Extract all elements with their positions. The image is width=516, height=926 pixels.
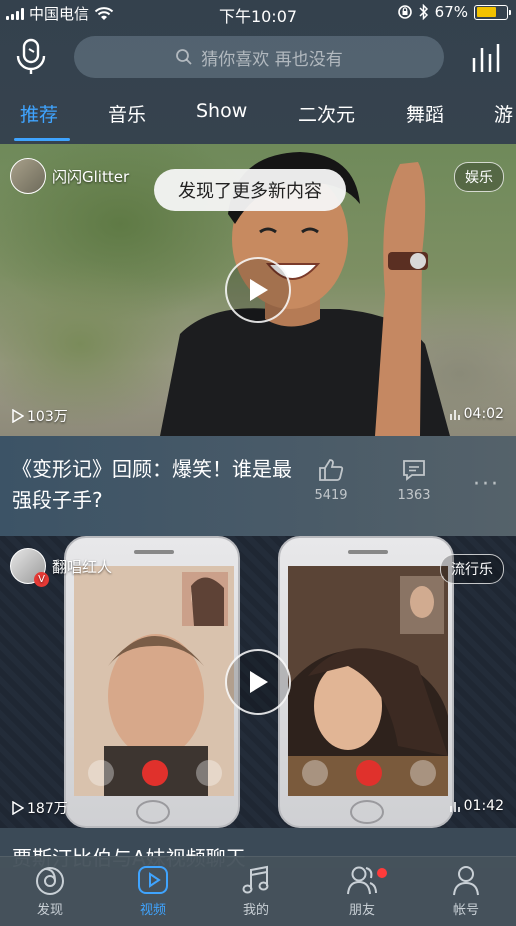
avatar: V	[10, 548, 49, 587]
nav-friends[interactable]: 朋友	[322, 863, 402, 918]
video-1-title[interactable]: 《变形记》回顾：爆笑！谁是最强段子手?	[12, 454, 302, 516]
battery-icon	[474, 4, 511, 20]
status-bar: 中国电信 下午10:07 67%	[0, 0, 516, 26]
play-count: 103万	[27, 409, 68, 425]
duration: 01:42	[463, 798, 504, 814]
equalizer-icon[interactable]	[470, 42, 502, 74]
nav-discover[interactable]: 发现	[10, 863, 90, 918]
video-2-category-tag[interactable]: 流行乐	[440, 554, 504, 584]
rotation-lock-icon	[397, 5, 412, 19]
nav-label: 朋友	[348, 903, 375, 918]
comment-icon	[403, 460, 425, 481]
nav-label: 发现	[36, 903, 63, 918]
video-1-author[interactable]: 闪闪Glitter	[10, 158, 129, 194]
video-1-info: 《变形记》回顾：爆笑！谁是最强段子手? 5419 1363 ···	[0, 436, 516, 536]
video-1-duration: 04:02	[449, 406, 504, 422]
discover-icon	[36, 867, 64, 895]
tab-music[interactable]: 音乐	[108, 100, 146, 127]
comment-count: 1363	[397, 488, 431, 503]
verified-icon: V	[34, 572, 49, 587]
app-root: 中国电信 下午10:07 67% 猜你喜欢 再也没有 推荐 音乐 Show 二次…	[0, 0, 516, 926]
nav-label: 视频	[139, 903, 166, 918]
tab-dance[interactable]: 舞蹈	[406, 100, 444, 127]
video-2-plays: 187万	[12, 798, 68, 818]
new-content-toast: 发现了更多新内容	[154, 169, 346, 211]
play-icon	[250, 279, 268, 301]
like-count: 5419	[314, 488, 348, 503]
video-1-plays: 103万	[12, 406, 68, 426]
more-options-button[interactable]: ···	[473, 472, 500, 497]
video-2-author[interactable]: V 翻唱红人	[10, 548, 113, 587]
nav-label: 我的	[242, 903, 269, 918]
nav-account[interactable]: 帐号	[426, 863, 506, 918]
play-count: 187万	[27, 801, 68, 817]
nav-video[interactable]: 视频	[113, 863, 193, 918]
microphone-icon[interactable]	[14, 38, 48, 76]
video-icon	[138, 866, 168, 894]
play-count-icon	[12, 801, 24, 815]
like-button[interactable]: 5419	[306, 458, 356, 503]
avatar	[10, 158, 46, 194]
nav-label: 帐号	[452, 903, 479, 918]
active-tab-indicator	[14, 138, 70, 141]
duration-icon	[449, 802, 460, 812]
play-button[interactable]	[225, 649, 291, 715]
tab-show[interactable]: Show	[196, 100, 247, 122]
search-input[interactable]: 猜你喜欢 再也没有	[74, 36, 444, 78]
search-placeholder: 猜你喜欢 再也没有	[201, 49, 343, 70]
notification-badge	[376, 867, 388, 879]
play-count-icon	[12, 409, 24, 423]
tab-games[interactable]: 游	[494, 100, 513, 127]
friends-icon	[347, 866, 377, 895]
music-note-icon	[242, 865, 269, 894]
comment-button[interactable]: 1363	[389, 458, 439, 503]
duration: 04:02	[463, 406, 504, 422]
status-right: 67%	[397, 3, 511, 21]
search-icon	[176, 49, 192, 65]
duration-icon	[449, 410, 460, 420]
tab-recommend[interactable]: 推荐	[20, 100, 58, 127]
author-name: 翻唱红人	[52, 557, 113, 576]
video-card-1[interactable]: 闪闪Glitter 发现了更多新内容 娱乐 103万 04:02	[0, 144, 516, 436]
author-name: 闪闪Glitter	[52, 167, 130, 186]
video-card-2[interactable]: V 翻唱红人 流行乐 187万 01:42	[0, 536, 516, 828]
tab-anime[interactable]: 二次元	[298, 100, 355, 127]
header: 猜你喜欢 再也没有	[0, 30, 516, 86]
play-button[interactable]	[225, 257, 291, 323]
bottom-nav: 发现 视频 我的 朋友 帐号	[0, 856, 516, 926]
thumbnail-phone-right	[278, 536, 454, 828]
nav-mine[interactable]: 我的	[216, 863, 296, 918]
battery-percent: 67%	[434, 3, 468, 21]
thumbs-up-icon	[319, 459, 344, 481]
category-tabs: 推荐 音乐 Show 二次元 舞蹈 游	[0, 90, 516, 142]
bluetooth-icon	[419, 4, 428, 20]
account-icon	[453, 866, 479, 896]
video-1-category-tag[interactable]: 娱乐	[454, 162, 504, 192]
play-icon	[250, 671, 268, 693]
video-2-duration: 01:42	[449, 798, 504, 814]
